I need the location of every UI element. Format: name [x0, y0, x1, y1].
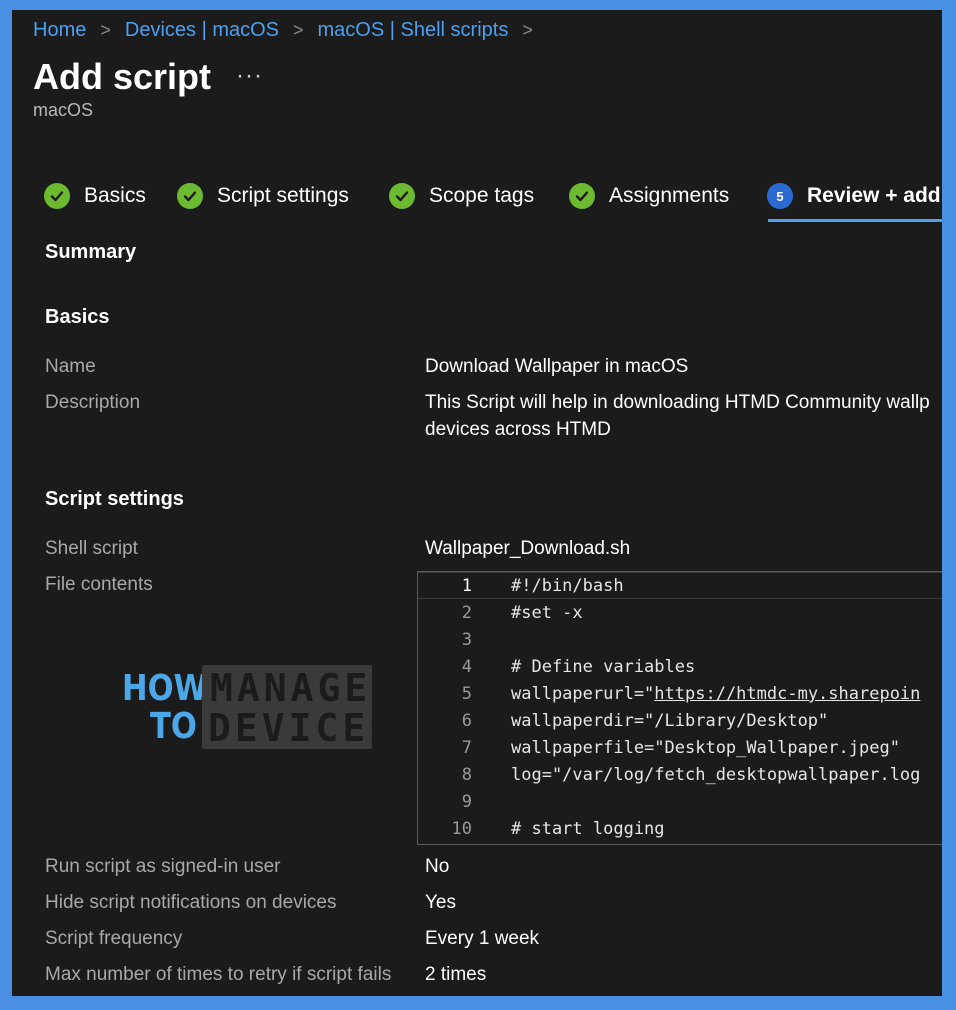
check-circle-icon	[569, 183, 595, 209]
code-text: # Define variables	[511, 656, 696, 677]
breadcrumb-devices-macos[interactable]: Devices | macOS	[125, 19, 279, 42]
file-contents-viewer[interactable]: 1 #!/bin/bash 2 #set -x 3 4 # Define var…	[417, 571, 942, 845]
tab-basics[interactable]: Basics	[44, 176, 146, 216]
tab-label: Script settings	[217, 184, 349, 207]
basics-heading: Basics	[45, 306, 110, 328]
run-as-user-label: Run script as signed-in user	[45, 856, 281, 877]
line-number: 8	[461, 764, 472, 785]
code-text: wallpaperdir="/Library/Desktop"	[511, 710, 829, 731]
tab-label: Assignments	[609, 184, 730, 207]
line-number: 7	[461, 737, 472, 758]
code-text: wallpaperurl="https://htmdc-my.sharepoin	[511, 684, 920, 704]
code-line: 6 wallpaperdir="/Library/Desktop"	[418, 707, 942, 734]
file-contents-label: File contents	[45, 574, 153, 595]
logo-text-to: TO	[150, 706, 197, 747]
tab-label: Review + add	[807, 184, 941, 207]
logo-text-how: HOW	[122, 668, 208, 709]
code-line: 8 log="/var/log/fetch_desktopwallpaper.l…	[418, 761, 942, 788]
tab-label: Scope tags	[429, 184, 535, 207]
code-line: 9	[418, 788, 942, 815]
code-line: 7 wallpaperfile="Desktop_Wallpaper.jpeg"	[418, 734, 942, 761]
line-number: 6	[461, 710, 472, 731]
step-number-badge: 5	[767, 183, 793, 209]
hide-notifications-value: Yes	[425, 892, 456, 913]
line-number: 5	[461, 683, 472, 704]
run-as-user-value: No	[425, 856, 450, 877]
active-tab-indicator	[768, 219, 942, 222]
check-circle-icon	[44, 183, 70, 209]
chevron-right-icon: >	[522, 19, 533, 40]
breadcrumb-shell-scripts[interactable]: macOS | Shell scripts	[318, 19, 509, 42]
breadcrumb-home[interactable]: Home	[33, 19, 86, 42]
code-text: #!/bin/bash	[511, 575, 624, 596]
code-line: 5 wallpaperurl="https://htmdc-my.sharepo…	[418, 680, 942, 707]
hide-notifications-label: Hide script notifications on devices	[45, 892, 337, 913]
name-label: Name	[45, 356, 96, 377]
logo-text-devices: DEVICES	[208, 706, 397, 750]
max-retries-value: 2 times	[425, 964, 487, 985]
wizard-tabs: Basics Script settings Scope tags Assign…	[44, 176, 942, 222]
check-circle-icon	[177, 183, 203, 209]
shell-script-value: Wallpaper_Download.sh	[425, 538, 631, 559]
chevron-right-icon: >	[293, 19, 304, 40]
script-settings-heading: Script settings	[45, 488, 184, 510]
description-label: Description	[45, 392, 141, 413]
script-frequency-value: Every 1 week	[425, 928, 540, 949]
line-number: 3	[461, 629, 472, 650]
code-text: log="/var/log/fetch_desktopwallpaper.log	[511, 764, 921, 785]
code-text: wallpaperfile="Desktop_Wallpaper.jpeg"	[511, 737, 900, 758]
script-frequency-label: Script frequency	[45, 928, 183, 949]
tab-assignments[interactable]: Assignments	[569, 176, 729, 216]
code-line: 1 #!/bin/bash	[418, 572, 942, 599]
breadcrumb: Home > Devices | macOS > macOS | Shell s…	[33, 14, 547, 46]
tab-label: Basics	[84, 184, 146, 207]
line-number: 10	[451, 818, 472, 839]
description-value-line1: This Script will help in downloading HTM…	[425, 392, 930, 413]
tab-scope-tags[interactable]: Scope tags	[389, 176, 534, 216]
chevron-right-icon: >	[100, 19, 111, 40]
line-number: 9	[461, 791, 472, 812]
line-number: 1	[461, 575, 472, 596]
how-to-manage-devices-logo: HOW TO MANAGE DEVICES	[118, 661, 392, 755]
code-text-prefix: wallpaperurl="	[511, 683, 655, 704]
code-line: 3	[418, 626, 942, 653]
code-url-link[interactable]: https://htmdc-my.sharepoin	[654, 684, 920, 704]
description-value-line2: devices across HTMD	[425, 419, 611, 440]
page-subtitle: macOS	[33, 100, 94, 120]
name-value: Download Wallpaper in macOS	[425, 356, 689, 377]
tab-review-add[interactable]: 5 Review + add	[767, 176, 941, 216]
logo-text-manage: MANAGE	[210, 666, 372, 710]
shell-script-label: Shell script	[45, 538, 138, 559]
code-text: #set -x	[511, 602, 583, 623]
code-line: 2 #set -x	[418, 599, 942, 626]
check-circle-icon	[389, 183, 415, 209]
line-number: 2	[461, 602, 472, 623]
code-line: 10 # start logging	[418, 815, 942, 842]
summary-heading: Summary	[45, 241, 137, 263]
page-title: Add script	[33, 56, 212, 97]
line-number: 4	[461, 656, 472, 677]
max-retries-label: Max number of times to retry if script f…	[45, 964, 392, 985]
code-line: 4 # Define variables	[418, 653, 942, 680]
code-text: # start logging	[511, 818, 665, 839]
add-script-panel: Home > Devices | macOS > macOS | Shell s…	[12, 10, 942, 996]
tab-script-settings[interactable]: Script settings	[177, 176, 349, 216]
more-options-icon[interactable]: ···	[236, 62, 263, 90]
